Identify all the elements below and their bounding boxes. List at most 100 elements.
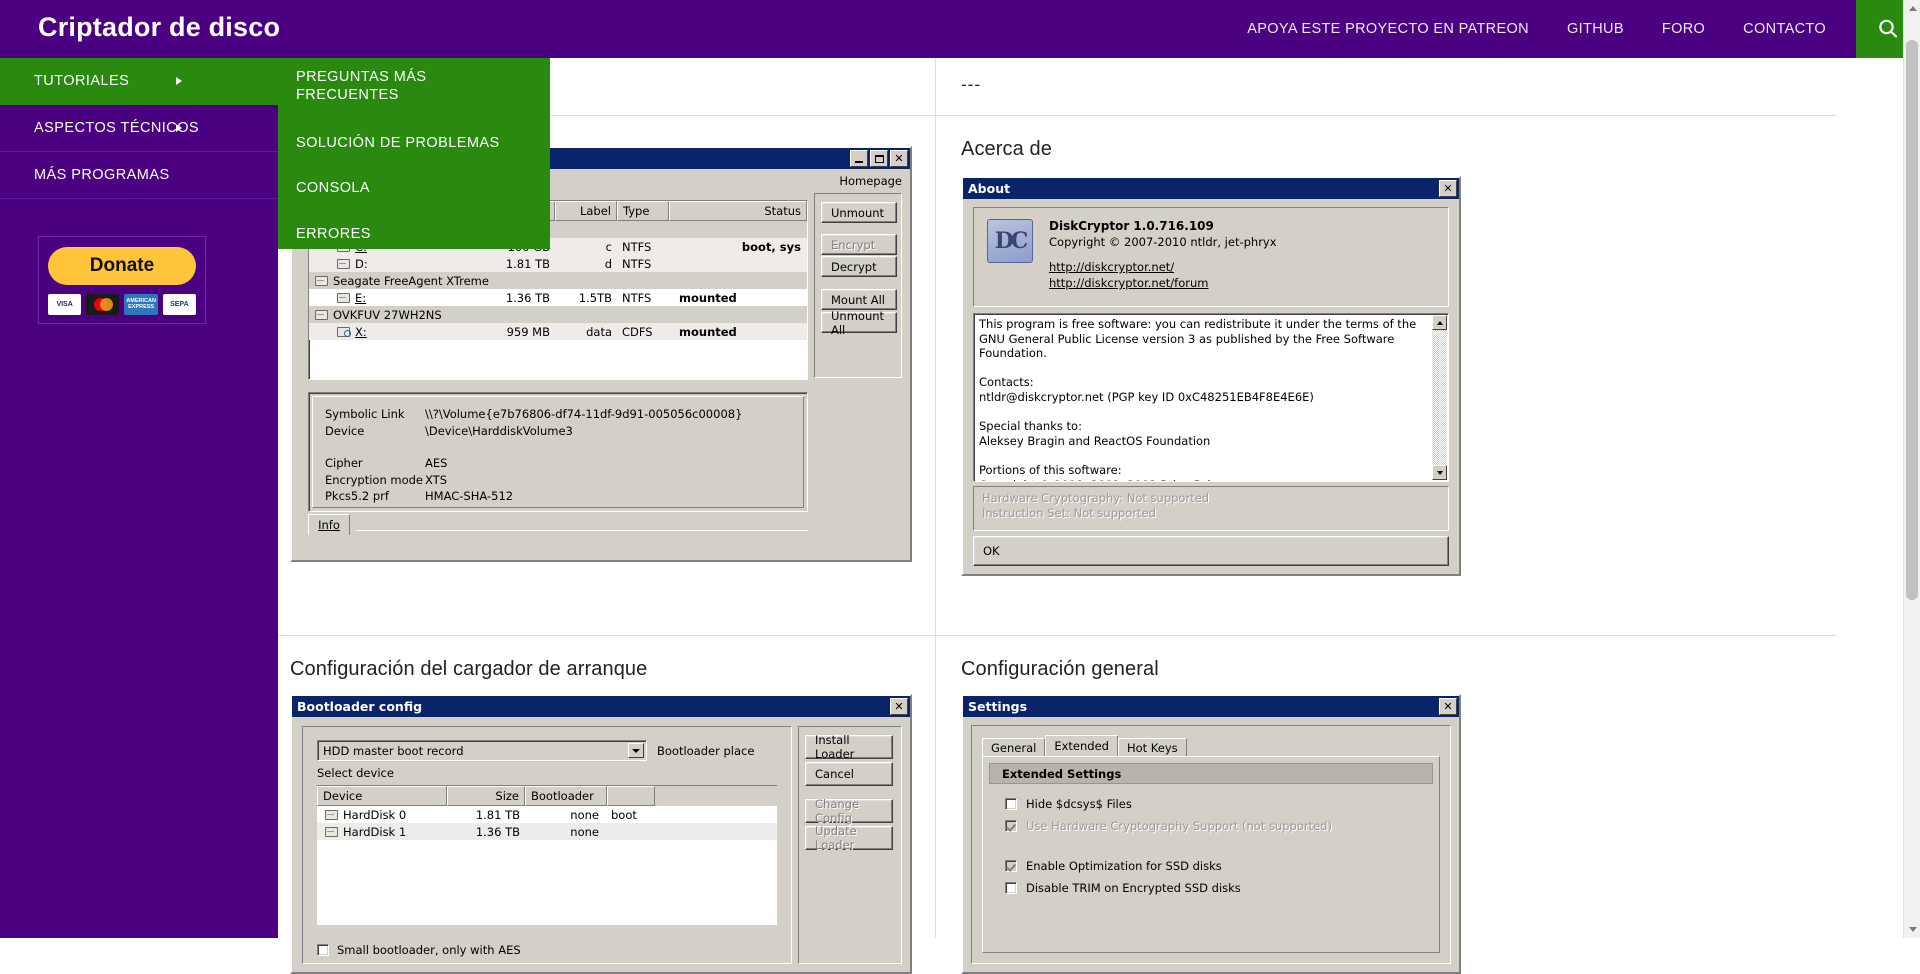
content-cell-bootloader: Configuración del cargador de arranque B…: [278, 636, 936, 974]
volume-info-panel: Symbolic Link Device Cipher Encryption m…: [308, 392, 808, 512]
site-brand: Criptador de disco: [38, 12, 281, 42]
scroll-down-button[interactable]: [1432, 465, 1447, 480]
table-row[interactable]: OVKFUV 27WH2NS: [309, 306, 807, 323]
chevron-down-icon[interactable]: [628, 743, 644, 758]
tab-info[interactable]: Info: [308, 514, 350, 535]
scrollbar-thumb[interactable]: [1906, 40, 1918, 600]
close-button[interactable]: ✕: [1439, 698, 1457, 715]
topnav-item-github[interactable]: GITHUB: [1548, 21, 1643, 37]
sidebar: TUTORIALES ASPECTOS TÉCNICOS MÁS PROGRAM…: [0, 58, 278, 938]
bootloader-titlebar: Bootloader config ✕: [292, 696, 910, 717]
bootloader-place-combo[interactable]: HDD master boot record: [317, 740, 647, 761]
topnav-item-foro[interactable]: FORO: [1643, 21, 1724, 37]
option-label: Use Hardware Cryptography Support (not s…: [1026, 819, 1332, 833]
hdd-icon: [325, 826, 338, 837]
content-cell-dashes: ---: [936, 58, 1836, 116]
small-bootloader-checkbox[interactable]: [317, 944, 329, 956]
unmount-button[interactable]: Unmount: [821, 202, 897, 223]
mastercard-icon: [86, 294, 120, 315]
settings-body: General Extended Hot Keys Extended Setting…: [971, 725, 1451, 964]
homepage-link[interactable]: Homepage: [839, 174, 902, 188]
column-header-label[interactable]: Label: [555, 201, 617, 221]
bootloader-button-panel: Install Loader Cancel Change Config Upda…: [798, 726, 902, 964]
drive-size: 959 MB: [506, 324, 550, 339]
unmount-all-button[interactable]: Unmount All: [821, 309, 897, 337]
about-license-text: This program is free software: you can r…: [979, 317, 1417, 481]
content-cell-about: Acerca de About ✕ DC DiskCryptor 1.0.716…: [936, 116, 1836, 636]
maximize-button[interactable]: [870, 150, 888, 167]
column-header-size[interactable]: Size: [447, 786, 525, 806]
option-label: Disable TRIM on Encrypted SSD disks: [1026, 881, 1241, 895]
about-link-forum[interactable]: http://diskcryptor.net/forum: [1049, 276, 1277, 290]
about-scrollbar[interactable]: [1432, 315, 1447, 480]
about-ok-button[interactable]: OK: [973, 536, 1449, 566]
close-button[interactable]: ✕: [1439, 180, 1457, 197]
info-key: Cipher: [325, 456, 363, 470]
column-header-status[interactable]: Status: [669, 201, 807, 221]
scroll-up-button[interactable]: [1432, 315, 1447, 330]
drive-size: 1.81 TB: [505, 256, 550, 271]
install-loader-button[interactable]: Install Loader: [805, 733, 893, 761]
table-row[interactable]: Seagate FreeAgent XTreme: [309, 272, 807, 289]
info-key: Symbolic Link: [325, 407, 405, 421]
table-row[interactable]: HardDisk 0 1.81 TB none boot: [317, 806, 777, 823]
option-disable-trim[interactable]: Disable TRIM on Encrypted SSD disks: [1005, 881, 1241, 895]
sidebar-item-mas-programas[interactable]: MÁS PROGRAMAS: [0, 152, 278, 199]
drive-label: c: [605, 239, 612, 254]
small-bootloader-option[interactable]: Small bootloader, only with AES: [317, 943, 521, 957]
scroll-down-icon[interactable]: [1904, 921, 1920, 938]
column-header-type[interactable]: Type: [617, 201, 669, 221]
group-name: Seagate FreeAgent XTreme: [333, 273, 489, 288]
table-row[interactable]: D: 1.81 TB d NTFS: [309, 255, 807, 272]
table-row[interactable]: X: 959 MB data CDFS mounted: [309, 323, 807, 340]
donate-button[interactable]: Donate: [48, 247, 196, 285]
topnav-item-patreon[interactable]: APOYA ESTE PROYECTO EN PATREON: [1228, 21, 1548, 37]
about-license-box[interactable]: This program is free software: you can r…: [973, 313, 1449, 482]
drive-size: 1.36 TB: [505, 290, 550, 305]
table-row[interactable]: HardDisk 1 1.36 TB none: [317, 823, 777, 840]
column-header-bootloader[interactable]: Bootloader: [525, 786, 607, 806]
sepa-icon: SEPA: [162, 294, 196, 315]
submenu-item-faq[interactable]: PREGUNTAS MÁS FRECUENTES: [278, 68, 550, 104]
cancel-button[interactable]: Cancel: [805, 762, 893, 786]
table-row[interactable]: E: 1.36 TB 1.5TB NTFS mounted: [309, 289, 807, 306]
tab-extended[interactable]: Extended: [1045, 735, 1118, 756]
scroll-track[interactable]: [1432, 330, 1447, 465]
extended-settings-header: Extended Settings: [989, 763, 1433, 784]
hide-dcsys-checkbox[interactable]: [1005, 798, 1017, 810]
sidebar-item-aspectos-tecnicos[interactable]: ASPECTOS TÉCNICOS: [0, 105, 278, 152]
about-status-instruction: Instruction Set: Not supported: [982, 506, 1156, 520]
drive-type: NTFS: [622, 290, 652, 305]
option-hide-dcsys[interactable]: Hide $dcsys$ Files: [1005, 797, 1132, 811]
bootloader-left-group: HDD master boot record Bootloader place …: [302, 726, 792, 964]
decrypt-button[interactable]: Decrypt: [821, 256, 897, 277]
drive-status: boot, sys: [741, 239, 801, 254]
minimize-button[interactable]: [850, 150, 868, 167]
sidebar-item-tutoriales[interactable]: TUTORIALES: [0, 58, 278, 105]
page-scrollbar[interactable]: [1903, 0, 1920, 938]
submenu-item-errors[interactable]: ERRORES: [278, 225, 389, 243]
device-name: HardDisk 0: [343, 807, 407, 822]
device-name: HardDisk 1: [343, 824, 407, 839]
ssd-optimization-checkbox[interactable]: [1005, 860, 1017, 872]
topnav-item-contacto[interactable]: CONTACTO: [1724, 21, 1845, 37]
disable-trim-checkbox[interactable]: [1005, 882, 1017, 894]
column-header-device[interactable]: Device: [317, 786, 447, 806]
bootloader-dialog: Bootloader config ✕ HDD master boot reco…: [290, 694, 912, 974]
close-button[interactable]: ✕: [890, 150, 908, 167]
tab-hot-keys[interactable]: Hot Keys: [1117, 738, 1187, 757]
bootloader-device-list[interactable]: Device Size Bootloader HardDisk 0 1.81 T…: [317, 785, 777, 925]
submenu-item-console[interactable]: CONSOLA: [278, 179, 388, 197]
column-header-extra[interactable]: [607, 786, 655, 806]
about-status-hardware: Hardware Cryptography: Not supported: [982, 491, 1210, 505]
scroll-up-icon[interactable]: [1904, 0, 1920, 17]
settings-tab-page: Extended Settings Hide $dcsys$ Files Use…: [982, 756, 1440, 953]
about-link-site[interactable]: http://diskcryptor.net/: [1049, 260, 1277, 274]
hdd-icon: [337, 292, 350, 303]
mount-all-button[interactable]: Mount All: [821, 289, 897, 310]
option-ssd-optimization[interactable]: Enable Optimization for SSD disks: [1005, 859, 1222, 873]
visa-icon: VISA: [48, 294, 82, 315]
submenu-item-troubleshooting[interactable]: SOLUCIÓN DE PROBLEMAS: [278, 134, 518, 152]
tab-general[interactable]: General: [982, 738, 1046, 757]
close-button[interactable]: ✕: [890, 698, 908, 715]
